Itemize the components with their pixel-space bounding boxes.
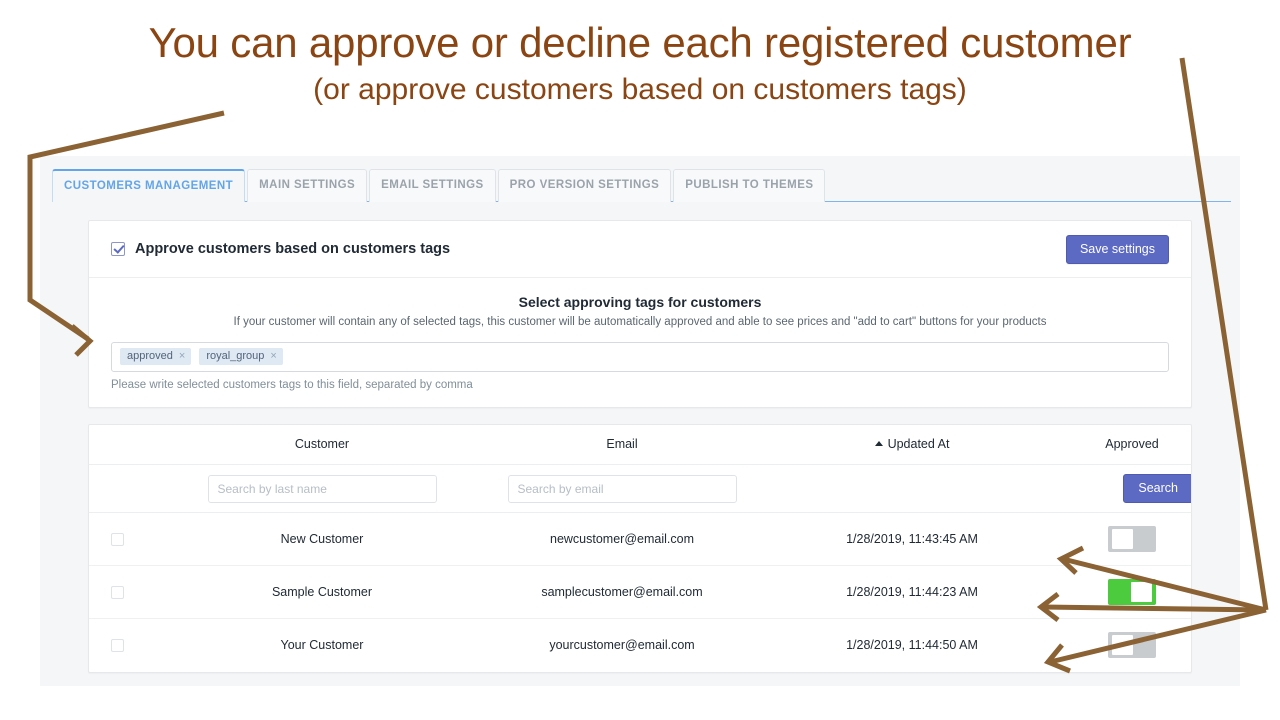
sort-ascending-icon — [875, 441, 883, 446]
row-checkbox[interactable] — [111, 639, 124, 652]
approving-tags-input[interactable]: approved × royal_group × — [111, 342, 1169, 372]
approve-by-tags-row[interactable]: Approve customers based on customers tag… — [111, 241, 450, 257]
row-email: yourcustomer@email.com — [477, 619, 767, 672]
row-updated-at: 1/28/2019, 11:43:45 AM — [767, 513, 1057, 566]
row-customer: Your Customer — [167, 619, 477, 672]
search-email-input[interactable] — [508, 475, 737, 503]
customers-table-body: New Customer newcustomer@email.com 1/28/… — [89, 513, 1192, 672]
toggle-knob — [1131, 582, 1152, 602]
row-select-cell — [89, 513, 167, 566]
tab-publish-to-themes[interactable]: PUBLISH TO THEMES — [673, 169, 825, 202]
annotation-subheadline: (or approve customers based on customers… — [0, 70, 1280, 110]
select-all-header — [89, 425, 167, 465]
close-icon[interactable]: × — [270, 351, 276, 362]
row-customer: Sample Customer — [167, 566, 477, 619]
row-email: samplecustomer@email.com — [477, 566, 767, 619]
approve-by-tags-checkbox[interactable] — [111, 242, 125, 256]
search-email-cell — [477, 465, 767, 513]
save-settings-button[interactable]: Save settings — [1066, 235, 1169, 264]
search-name-cell — [167, 465, 477, 513]
approve-settings-card: Approve customers based on customers tag… — [88, 220, 1192, 408]
search-button-cell: Search — [1057, 465, 1192, 513]
annotation-headline: You can approve or decline each register… — [0, 16, 1280, 70]
search-spacer — [89, 465, 167, 513]
toggle-knob — [1112, 529, 1133, 549]
app-window: CUSTOMERS MANAGEMENTMAIN SETTINGSEMAIL S… — [40, 156, 1240, 686]
header-updated-at[interactable]: Updated At — [767, 425, 1057, 465]
tab-main-settings[interactable]: MAIN SETTINGS — [247, 169, 367, 202]
search-last-name-input[interactable] — [208, 475, 437, 503]
customers-table-card: Customer Email Updated At Approved — [88, 424, 1192, 673]
tags-section-subtitle: If your customer will contain any of sel… — [111, 316, 1169, 328]
toggle-knob — [1112, 635, 1133, 655]
row-approved-cell — [1057, 619, 1192, 672]
approve-settings-header: Approve customers based on customers tag… — [89, 221, 1191, 278]
customers-table-search: Search — [89, 465, 1192, 513]
approved-toggle[interactable] — [1108, 632, 1156, 658]
search-updated-cell — [767, 465, 1057, 513]
row-updated-at: 1/28/2019, 11:44:50 AM — [767, 619, 1057, 672]
close-icon[interactable]: × — [179, 351, 185, 362]
tag-chip[interactable]: royal_group × — [199, 348, 283, 365]
tab-bar: CUSTOMERS MANAGEMENTMAIN SETTINGSEMAIL S… — [40, 156, 1240, 202]
header-updated-at-label: Updated At — [888, 437, 950, 451]
search-button[interactable]: Search — [1123, 474, 1192, 503]
row-approved-cell — [1057, 566, 1192, 619]
row-checkbox[interactable] — [111, 533, 124, 546]
approve-settings-body: Select approving tags for customers If y… — [89, 278, 1191, 407]
table-row[interactable]: Sample Customer samplecustomer@email.com… — [89, 566, 1192, 619]
tab-customers-management[interactable]: CUSTOMERS MANAGEMENT — [52, 169, 245, 202]
header-email[interactable]: Email — [477, 425, 767, 465]
row-checkbox[interactable] — [111, 586, 124, 599]
tags-section-title: Select approving tags for customers — [111, 294, 1169, 310]
tag-chip-label: royal_group — [206, 351, 264, 362]
tags-help-text: Please write selected customers tags to … — [111, 379, 1169, 391]
row-updated-at: 1/28/2019, 11:44:23 AM — [767, 566, 1057, 619]
tab-pro-version-settings[interactable]: PRO VERSION SETTINGS — [498, 169, 672, 202]
search-row: Search — [89, 465, 1192, 513]
annotation-callout: You can approve or decline each register… — [0, 16, 1280, 110]
row-email: newcustomer@email.com — [477, 513, 767, 566]
table-row[interactable]: Your Customer yourcustomer@email.com 1/2… — [89, 619, 1192, 672]
customers-table-head: Customer Email Updated At Approved — [89, 425, 1192, 465]
row-customer: New Customer — [167, 513, 477, 566]
table-row[interactable]: New Customer newcustomer@email.com 1/28/… — [89, 513, 1192, 566]
row-select-cell — [89, 566, 167, 619]
row-select-cell — [89, 619, 167, 672]
header-customer[interactable]: Customer — [167, 425, 477, 465]
row-approved-cell — [1057, 513, 1192, 566]
tab-email-settings[interactable]: EMAIL SETTINGS — [369, 169, 496, 202]
header-approved[interactable]: Approved — [1057, 425, 1192, 465]
table-header-row: Customer Email Updated At Approved — [89, 425, 1192, 465]
approved-toggle[interactable] — [1108, 579, 1156, 605]
tag-chip-label: approved — [127, 351, 173, 362]
customers-table: Customer Email Updated At Approved — [89, 425, 1192, 672]
approved-toggle[interactable] — [1108, 526, 1156, 552]
tag-chip[interactable]: approved × — [120, 348, 191, 365]
approve-by-tags-label: Approve customers based on customers tag… — [135, 241, 450, 257]
